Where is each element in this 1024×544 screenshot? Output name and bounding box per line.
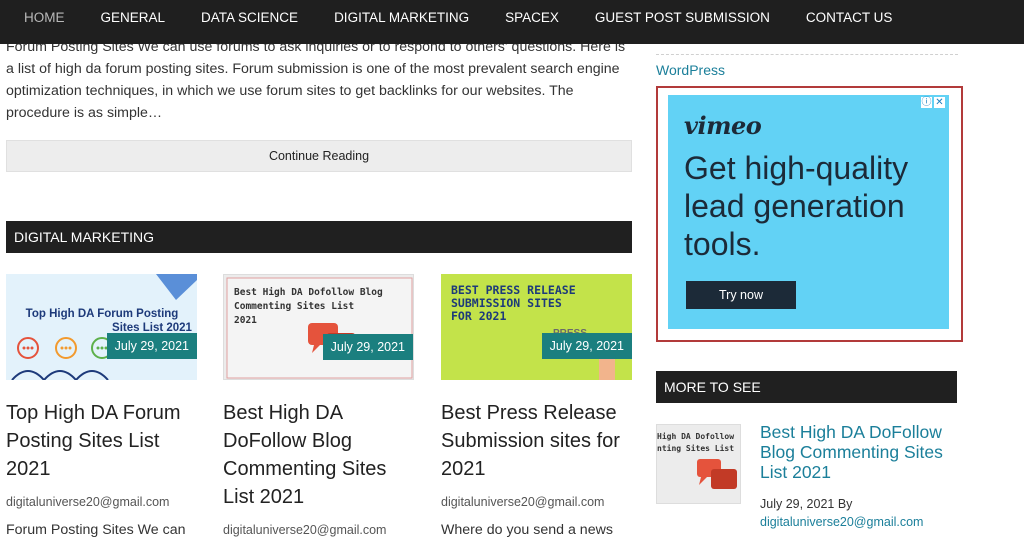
nav-guest-post-submission[interactable]: GUEST POST SUBMISSION — [577, 0, 788, 44]
thumb-text-line: High DA Dofollow — [657, 431, 734, 441]
wordpress-link[interactable]: WordPress — [656, 62, 725, 78]
post-card[interactable]: Top High DA Forum Posting Sites List 202… — [6, 274, 197, 538]
try-now-button[interactable]: Try now — [686, 281, 796, 309]
ad-creative[interactable]: ⓘ ✕ vimeo Get high-quality lead generati… — [668, 95, 949, 329]
more-post-title[interactable]: Best High DA DoFollow Blog Commenting Si… — [760, 422, 960, 482]
thumb-text-line: Commenting Sites List — [234, 301, 354, 312]
post-title[interactable]: Best Press Release Submission sites for … — [441, 399, 632, 483]
post-author[interactable]: digitaluniverse20@gmail.com — [223, 523, 414, 537]
close-icon[interactable]: ✕ — [934, 97, 945, 108]
blog-commenting-thumbnail: High DA Dofollow nting Sites List — [657, 431, 737, 489]
post-card[interactable]: BEST PRESS RELEASE SUBMISSION SITES FOR … — [441, 274, 632, 538]
ad-info-icon[interactable]: ⓘ — [921, 97, 932, 108]
post-author[interactable]: digitaluniverse20@gmail.com — [6, 495, 197, 509]
nav-digital-marketing[interactable]: DIGITAL MARKETING — [316, 0, 487, 44]
post-thumbnail[interactable]: BEST PRESS RELEASE SUBMISSION SITES FOR … — [441, 274, 632, 380]
date-badge: July 29, 2021 — [106, 333, 197, 359]
more-to-see-title: MORE TO SEE — [656, 371, 957, 403]
thumb-text-line: nting Sites List — [657, 443, 734, 453]
nav-contact-us[interactable]: CONTACT US — [788, 0, 911, 44]
date-badge: July 29, 2021 — [322, 334, 413, 360]
continue-reading-button[interactable]: Continue Reading — [6, 140, 632, 172]
sidebar-divider — [656, 54, 958, 55]
nav-home[interactable]: HOME — [6, 0, 83, 44]
forum-posting-illustration: Top High DA Forum Posting Sites List 202… — [11, 274, 197, 380]
post-snippet: Forum Posting Sites We can — [6, 522, 186, 538]
vimeo-logo: vimeo — [684, 111, 762, 140]
post-thumbnail[interactable]: Best High DA Dofollow Blog Commenting Si… — [223, 274, 414, 380]
thumb-text-line: FOR 2021 — [451, 309, 506, 323]
post-card[interactable]: Best High DA Dofollow Blog Commenting Si… — [223, 274, 414, 537]
nav-spacex[interactable]: SPACEX — [487, 0, 577, 44]
more-post-author[interactable]: digitaluniverse20@gmail.com — [760, 515, 923, 529]
post-title[interactable]: Top High DA Forum Posting Sites List 202… — [6, 399, 197, 483]
thumb-text-line: Top High DA Forum Posting — [26, 308, 179, 320]
thumb-text-line: SUBMISSION SITES — [451, 296, 562, 310]
advertisement[interactable]: ⓘ ✕ vimeo Get high-quality lead generati… — [656, 86, 963, 342]
blog-commenting-illustration: Best High DA Dofollow Blog Commenting Si… — [226, 277, 413, 379]
thumb-text-line: Best High DA Dofollow Blog — [234, 287, 383, 298]
ad-choices[interactable]: ⓘ ✕ — [921, 97, 945, 108]
thumb-text-line: BEST PRESS RELEASE — [451, 283, 576, 297]
more-post-meta: July 29, 2021 By — [760, 497, 853, 511]
post-title[interactable]: Best High DA DoFollow Blog Commenting Si… — [223, 399, 414, 511]
post-thumbnail[interactable]: Top High DA Forum Posting Sites List 202… — [6, 274, 197, 380]
more-thumbnail[interactable]: High DA Dofollow nting Sites List — [656, 424, 741, 504]
thumb-text-line: 2021 — [234, 315, 257, 326]
section-title-digital-marketing: DIGITAL MARKETING — [6, 221, 632, 253]
date-badge: July 29, 2021 — [541, 333, 632, 359]
nav-data-science[interactable]: DATA SCIENCE — [183, 0, 316, 44]
top-navigation: HOME GENERAL DATA SCIENCE DIGITAL MARKET… — [0, 0, 1024, 44]
post-excerpt: Forum Posting Sites We can use forums to… — [6, 39, 626, 121]
nav-general[interactable]: GENERAL — [83, 0, 184, 44]
post-author[interactable]: digitaluniverse20@gmail.com — [441, 495, 632, 509]
ad-headline: Get high-quality lead generation tools. — [684, 150, 909, 262]
post-snippet: Where do you send a news — [441, 522, 613, 538]
press-release-illustration: BEST PRESS RELEASE SUBMISSION SITES FOR … — [451, 283, 615, 380]
